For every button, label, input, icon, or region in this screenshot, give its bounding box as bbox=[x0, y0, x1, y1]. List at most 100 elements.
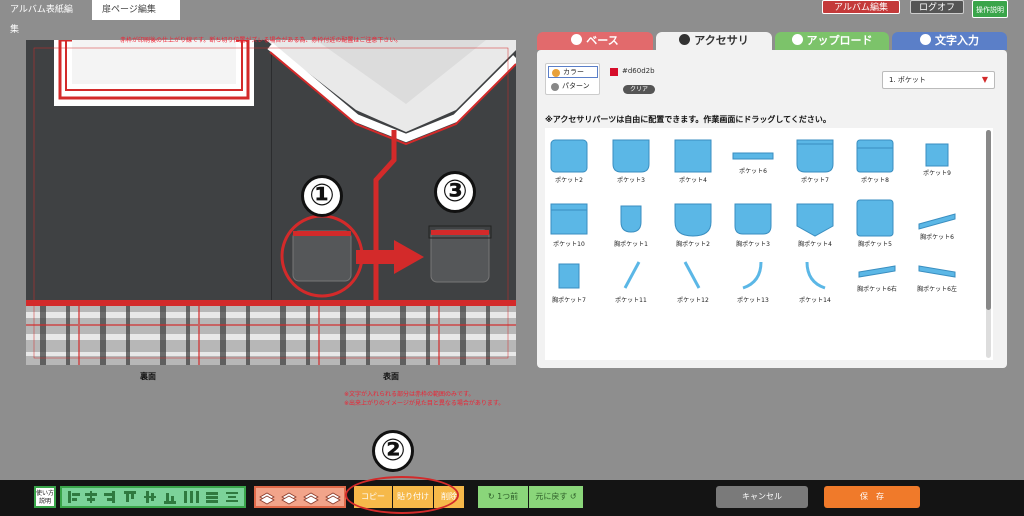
pocket11-shape bbox=[623, 261, 641, 289]
pocket4-shape bbox=[674, 139, 712, 173]
cancel-button[interactable]: キャンセル bbox=[716, 486, 808, 508]
shirt-icon bbox=[571, 34, 583, 45]
item-label: 胸ポケット3 bbox=[736, 241, 770, 248]
item-label: 胸ポケット6右 bbox=[857, 286, 897, 293]
item-label: 胸ポケット1 bbox=[614, 241, 648, 248]
item-label: ポケット14 bbox=[799, 297, 831, 304]
cancel-label: キャンセル bbox=[742, 492, 782, 501]
accessory-item-pocket14[interactable]: ポケット14 bbox=[795, 258, 835, 304]
color-swatch[interactable] bbox=[610, 68, 618, 76]
undo-button[interactable]: ↻ 1つ前 bbox=[478, 486, 528, 508]
tab-accessory[interactable]: アクセサリ bbox=[656, 32, 772, 50]
accessory-item-chest-pocket6-right[interactable]: 胸ポケット6右 bbox=[855, 258, 899, 304]
category-select-value: 1. ポケット bbox=[889, 76, 926, 84]
redo-label: 元に戻す bbox=[535, 492, 568, 501]
clear-button[interactable]: クリア bbox=[623, 85, 655, 94]
accessory-item-chest-pocket4[interactable]: 胸ポケット4 bbox=[795, 202, 835, 248]
palette-icon bbox=[552, 69, 560, 77]
mode-selector: カラー パターン bbox=[545, 63, 600, 95]
accessory-item-chest-pocket1[interactable]: 胸ポケット1 bbox=[611, 202, 651, 248]
item-label: ポケット3 bbox=[617, 177, 645, 184]
align-icons bbox=[68, 491, 238, 504]
color-option-label: カラー bbox=[563, 68, 584, 76]
accessory-panel: カラー パターン #d60d2b クリア 1. ポケット ▼ ※アクセサリパーツ… bbox=[537, 50, 1007, 368]
chest-pocket5-shape bbox=[856, 199, 894, 237]
accessory-item-chest-pocket3[interactable]: 胸ポケット3 bbox=[733, 202, 773, 248]
trim-note-top: 赤枠が印刷後の仕上がり線です。断ち切り位置がズレる場合がある為、赤枠付近の配置は… bbox=[120, 37, 402, 44]
item-label: ポケット9 bbox=[923, 170, 951, 177]
redo-button[interactable]: 元に戻す ↺ bbox=[529, 486, 583, 508]
accessory-item-chest-pocket2[interactable]: 胸ポケット2 bbox=[673, 202, 713, 248]
tab-text-label: 文字入力 bbox=[935, 34, 979, 47]
bottom-toolbar: 使い方説明 コピー 貼り付け 削除 ↻ 1つ前 元に戻す ↺ キャンセル 保 存 bbox=[0, 476, 1024, 516]
chest-pocket3-shape bbox=[734, 203, 772, 235]
step1-marker: ① bbox=[301, 175, 343, 217]
scrollbar[interactable] bbox=[986, 130, 991, 358]
accessory-item-pocket6[interactable]: ポケット6 bbox=[731, 138, 775, 184]
pocket14-shape bbox=[805, 261, 826, 290]
manual-label: 操作説明 bbox=[976, 6, 1004, 14]
scrollbar-thumb[interactable] bbox=[986, 130, 991, 310]
pattern-option[interactable]: パターン bbox=[548, 81, 598, 93]
color-option[interactable]: カラー bbox=[548, 66, 598, 78]
accessory-item-chest-pocket6-left[interactable]: 胸ポケット6左 bbox=[915, 258, 959, 304]
tab-album-cover[interactable]: アルバム表紙編集 bbox=[0, 0, 90, 35]
item-label: ポケット2 bbox=[555, 177, 583, 184]
design-canvas[interactable]: 赤枠が印刷後の仕上がり線です。断ち切り位置がズレる場合がある為、赤枠付近の配置は… bbox=[26, 40, 516, 365]
chest-pocket1-shape bbox=[620, 205, 642, 233]
tab-upload[interactable]: アップロード bbox=[775, 32, 889, 50]
accessory-item-pocket2[interactable]: ポケット2 bbox=[549, 138, 589, 184]
item-label: 胸ポケット5 bbox=[858, 241, 892, 248]
pattern-option-label: パターン bbox=[562, 82, 590, 90]
accessory-item-pocket13[interactable]: ポケット13 bbox=[733, 258, 773, 304]
manual-button[interactable]: 操作説明 bbox=[972, 0, 1008, 18]
category-select[interactable]: 1. ポケット ▼ bbox=[882, 71, 995, 89]
item-label: 胸ポケット6左 bbox=[917, 286, 957, 293]
accessory-item-chest-pocket5[interactable]: 胸ポケット5 bbox=[855, 198, 895, 248]
item-label: ポケット7 bbox=[801, 177, 829, 184]
accessory-item-pocket12[interactable]: ポケット12 bbox=[673, 258, 713, 304]
pocket2-shape bbox=[550, 139, 588, 173]
undo-icon: ↻ bbox=[487, 492, 498, 501]
pocket7-shape bbox=[796, 139, 834, 173]
accessory-item-chest-pocket7[interactable]: 胸ポケット7 bbox=[549, 258, 589, 304]
save-label: 保 存 bbox=[860, 492, 884, 501]
item-label: ポケット8 bbox=[861, 177, 889, 184]
accessory-item-pocket4[interactable]: ポケット4 bbox=[673, 138, 713, 184]
item-label: ポケット13 bbox=[737, 297, 769, 304]
accessory-item-chest-pocket6[interactable]: 胸ポケット6 bbox=[915, 202, 959, 248]
accessory-instruction: ※アクセサリパーツは自由に配置できます。作業画面にドラッグしてください。 bbox=[545, 115, 831, 124]
accessory-item-pocket8[interactable]: ポケット8 bbox=[855, 138, 895, 184]
color-hex-value: #d60d2b bbox=[622, 67, 655, 75]
text-area-note: ※文字が入れられる部分は赤枠の範囲のみです。 bbox=[344, 391, 475, 398]
item-label: ポケット11 bbox=[615, 297, 647, 304]
tab-text-input[interactable]: 文字入力 bbox=[892, 32, 1007, 50]
accessory-item-pocket10[interactable]: ポケット10 bbox=[549, 202, 589, 248]
logout-button[interactable]: ログオフ bbox=[910, 0, 964, 14]
help-button[interactable]: 使い方説明 bbox=[34, 486, 56, 508]
item-label: ポケット4 bbox=[679, 177, 707, 184]
item-label: 胸ポケット7 bbox=[552, 297, 586, 304]
chest-pocket2-shape bbox=[674, 203, 712, 237]
item-label: 胸ポケット6 bbox=[920, 234, 954, 241]
album-edit-button[interactable]: アルバム編集 bbox=[822, 0, 900, 14]
step2-marker: ② bbox=[372, 430, 414, 472]
pocket8-shape bbox=[856, 139, 894, 173]
tab-door-page[interactable]: 扉ページ編集 bbox=[92, 0, 180, 20]
chevron-down-icon: ▼ bbox=[981, 75, 988, 84]
redo-icon: ↺ bbox=[567, 492, 577, 501]
save-button[interactable]: 保 存 bbox=[824, 486, 920, 508]
front-face-label: 表面 bbox=[383, 372, 399, 381]
tab-accessory-label: アクセサリ bbox=[694, 34, 749, 47]
clear-label: クリア bbox=[629, 86, 648, 93]
accessory-item-pocket7[interactable]: ポケット7 bbox=[795, 138, 835, 184]
accessory-item-pocket11[interactable]: ポケット11 bbox=[611, 258, 651, 304]
undo-label: 1つ前 bbox=[497, 492, 519, 501]
accessory-item-pocket9[interactable]: ポケット9 bbox=[917, 138, 957, 184]
tab-base[interactable]: ベース bbox=[537, 32, 653, 50]
item-label: ポケット10 bbox=[553, 241, 585, 248]
album-edit-label: アルバム編集 bbox=[834, 3, 888, 13]
accessory-item-pocket3[interactable]: ポケット3 bbox=[611, 138, 651, 184]
logout-label: ログオフ bbox=[918, 3, 955, 13]
clock-icon bbox=[679, 34, 691, 45]
